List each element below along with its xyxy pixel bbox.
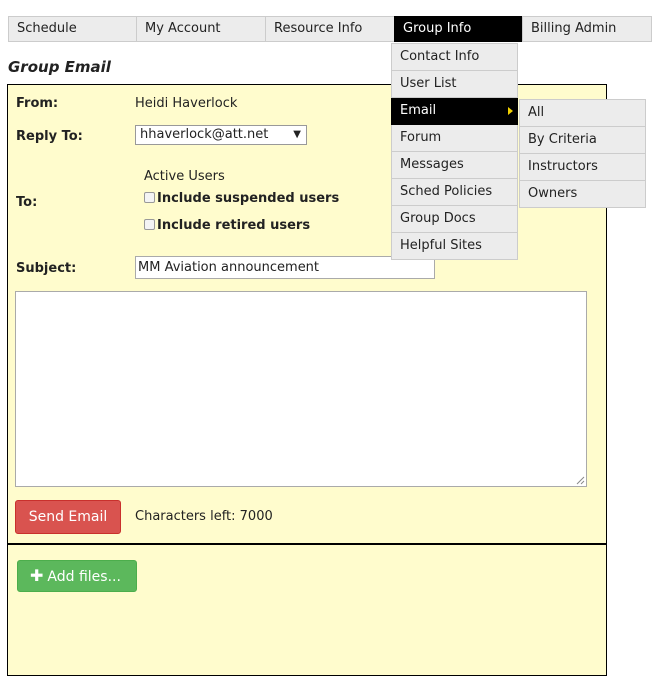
subject-input[interactable]: MM Aviation announcement (135, 256, 435, 279)
dropdown-arrow-icon: ▼ (293, 129, 301, 140)
include-retired-checkbox[interactable] (144, 219, 155, 230)
menu-item-forum[interactable]: Forum (391, 125, 518, 152)
characters-left: Characters left: 7000 (135, 509, 273, 524)
submenu-item-instructors[interactable]: Instructors (519, 154, 646, 181)
submenu-item-owners[interactable]: Owners (519, 181, 646, 208)
send-email-button[interactable]: Send Email (15, 500, 121, 534)
add-files-label: Add files... (47, 569, 121, 585)
menu-item-user-list[interactable]: User List (391, 71, 518, 98)
plus-icon: ✚ (30, 566, 44, 585)
subject-label: Subject: (16, 261, 77, 276)
nav-schedule[interactable]: Schedule (8, 16, 136, 42)
email-submenu: All By Criteria Instructors Owners (519, 99, 646, 208)
menu-item-email[interactable]: Email (391, 98, 518, 125)
nav-billing-admin[interactable]: Billing Admin (522, 16, 652, 42)
menu-item-sched-policies[interactable]: Sched Policies (391, 179, 518, 206)
nav-group-info[interactable]: Group Info (394, 16, 522, 42)
menu-item-contact-info[interactable]: Contact Info (391, 43, 518, 71)
message-body-textarea[interactable] (15, 291, 587, 487)
from-label: From: (16, 96, 59, 111)
reply-to-select[interactable]: hhaverlock@att.net ▼ (135, 125, 307, 145)
include-suspended-checkbox[interactable] (144, 192, 155, 203)
submenu-item-by-criteria[interactable]: By Criteria (519, 127, 646, 154)
include-suspended-label: Include suspended users (157, 191, 340, 206)
from-value: Heidi Haverlock (135, 96, 238, 111)
submenu-item-all[interactable]: All (519, 99, 646, 127)
page-title: Group Email (8, 58, 111, 76)
top-nav: Schedule My Account Resource Info Group … (8, 16, 652, 42)
reply-to-value: hhaverlock@att.net (140, 127, 269, 142)
group-info-menu: Contact Info User List Email Forum Messa… (391, 43, 518, 260)
menu-item-messages[interactable]: Messages (391, 152, 518, 179)
add-files-button[interactable]: ✚ Add files... (17, 560, 137, 592)
resize-grip-icon[interactable] (576, 476, 585, 485)
nav-resource-info[interactable]: Resource Info (265, 16, 394, 42)
menu-item-email-label: Email (400, 103, 437, 118)
include-retired-label: Include retired users (157, 218, 311, 233)
menu-item-group-docs[interactable]: Group Docs (391, 206, 518, 233)
attachments-panel: ✚ Add files... (7, 543, 607, 676)
menu-item-helpful-sites[interactable]: Helpful Sites (391, 233, 518, 260)
to-label: To: (16, 195, 38, 210)
nav-my-account[interactable]: My Account (136, 16, 265, 42)
submenu-arrow-icon (508, 107, 513, 115)
reply-to-label: Reply To: (16, 129, 83, 144)
active-users-label: Active Users (144, 169, 225, 184)
